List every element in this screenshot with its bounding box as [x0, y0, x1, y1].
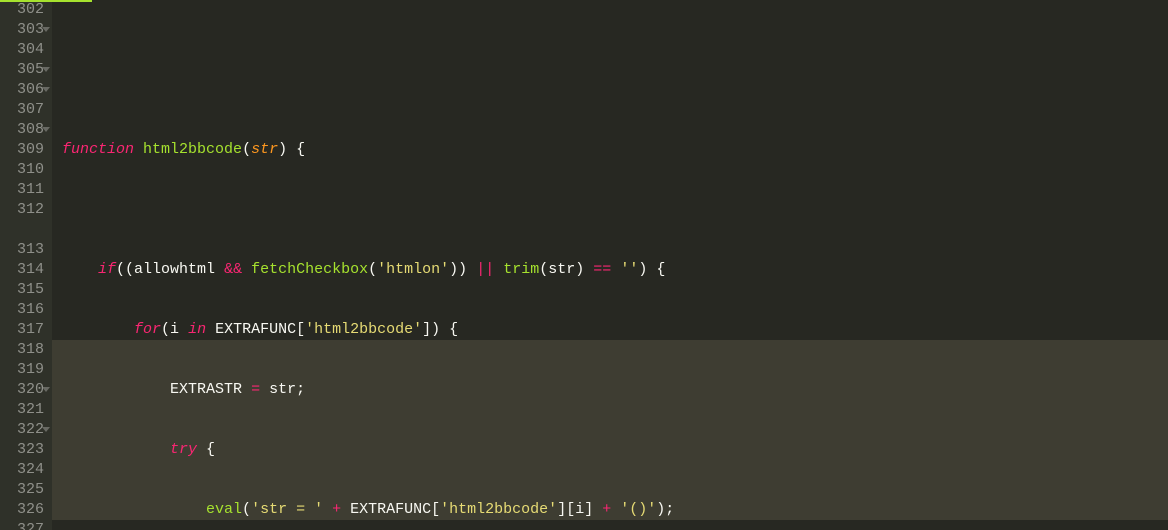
line-number[interactable]: 302: [0, 0, 44, 20]
line-number[interactable]: 323: [0, 440, 44, 460]
line-number[interactable]: 303: [0, 20, 44, 40]
line-number[interactable]: 318: [0, 340, 44, 360]
code-line[interactable]: eval('str = ' + EXTRAFUNC['html2bbcode']…: [62, 500, 1168, 520]
code-line[interactable]: function html2bbcode(str) {: [62, 140, 1168, 160]
keyword-if: if: [98, 261, 116, 278]
code-line[interactable]: [62, 80, 1168, 100]
line-number[interactable]: 324: [0, 460, 44, 480]
keyword-for: for: [134, 321, 161, 338]
line-number[interactable]: 314: [0, 260, 44, 280]
line-number[interactable]: 309: [0, 140, 44, 160]
code-line[interactable]: [62, 200, 1168, 220]
line-number[interactable]: 317: [0, 320, 44, 340]
line-number[interactable]: 322: [0, 420, 44, 440]
code-line[interactable]: EXTRASTR = str;: [62, 380, 1168, 400]
line-number[interactable]: 304: [0, 40, 44, 60]
code-line[interactable]: if((allowhtml && fetchCheckbox('htmlon')…: [62, 260, 1168, 280]
code-line[interactable]: try {: [62, 440, 1168, 460]
line-number[interactable]: 306: [0, 80, 44, 100]
line-number-gutter[interactable]: 3023033043053063073083093103113123133143…: [0, 0, 52, 530]
keyword-try: try: [170, 441, 197, 458]
line-number[interactable]: 312: [0, 200, 44, 240]
line-number[interactable]: 319: [0, 360, 44, 380]
line-number[interactable]: 316: [0, 300, 44, 320]
code-editor[interactable]: 3023033043053063073083093103113123133143…: [0, 0, 1168, 530]
line-number[interactable]: 326: [0, 500, 44, 520]
line-number[interactable]: 310: [0, 160, 44, 180]
line-number[interactable]: 315: [0, 280, 44, 300]
line-number[interactable]: 325: [0, 480, 44, 500]
param: str: [251, 141, 278, 158]
code-line[interactable]: for(i in EXTRAFUNC['html2bbcode']) {: [62, 320, 1168, 340]
line-number[interactable]: 311: [0, 180, 44, 200]
selection-highlight: [52, 340, 1168, 520]
line-number[interactable]: 320: [0, 380, 44, 400]
line-number[interactable]: 307: [0, 100, 44, 120]
line-number[interactable]: 321: [0, 400, 44, 420]
keyword-function: function: [62, 141, 134, 158]
line-number[interactable]: 308: [0, 120, 44, 140]
line-number[interactable]: 305: [0, 60, 44, 80]
function-name: html2bbcode: [143, 141, 242, 158]
line-number[interactable]: 313: [0, 240, 44, 260]
code-area[interactable]: function html2bbcode(str) { if((allowhtm…: [52, 0, 1168, 530]
line-number[interactable]: 327: [0, 520, 44, 530]
